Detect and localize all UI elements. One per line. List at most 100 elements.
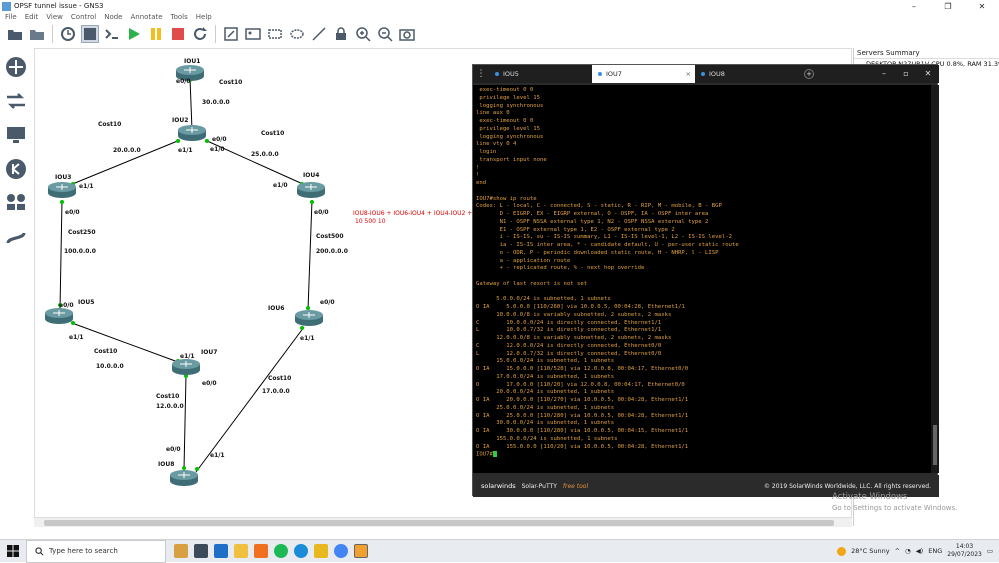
app-icon[interactable] bbox=[314, 544, 328, 558]
terminal-line: L 12.0.0.7/32 is directly connected, Eth… bbox=[476, 350, 662, 357]
network-label: 20.0.0.0 bbox=[113, 147, 141, 154]
vlc-icon[interactable] bbox=[254, 544, 268, 558]
terminal-line: Codes: L - local, C - connected, S - sta… bbox=[476, 203, 722, 210]
file-explorer-icon[interactable] bbox=[234, 544, 248, 558]
terminal-line: O IA 25.0.0.0 [110/280] via 10.0.0.5, 00… bbox=[476, 412, 689, 419]
spotify-icon[interactable] bbox=[274, 544, 288, 558]
terminal-line: 17.0.0.0/24 is subnetted, 1 subnets bbox=[476, 373, 615, 380]
terminal-line: logging synchronous bbox=[476, 133, 544, 140]
terminal-line: C 12.0.0.0/24 is directly connected, Eth… bbox=[476, 342, 662, 349]
router-label-iou4: IOU4 bbox=[303, 172, 320, 179]
terminal-line: O IA 15.0.0.0 [110/520] via 12.0.0.8, 00… bbox=[476, 366, 689, 372]
watermark-title: Activate Windows bbox=[832, 492, 908, 502]
chrome-icon[interactable] bbox=[334, 544, 348, 558]
terminal-line: o - ODR, P - periodic downloaded static … bbox=[476, 249, 719, 256]
terminal-line: end bbox=[476, 180, 487, 186]
link-iou7-iou8 bbox=[183, 374, 187, 471]
terminal-line: 155.0.0.0/24 is subnetted, 1 subnets bbox=[476, 435, 618, 442]
chevron-up-icon[interactable]: ^ bbox=[895, 547, 900, 555]
start-button[interactable] bbox=[0, 545, 26, 557]
router-label-iou1: IOU1 bbox=[184, 58, 201, 65]
session-status-icon bbox=[495, 72, 499, 76]
scrollbar-thumb[interactable] bbox=[933, 425, 937, 465]
tab-label: IOU7 bbox=[606, 70, 622, 78]
router-iou7[interactable] bbox=[172, 359, 200, 375]
terminal-scrollbar[interactable] bbox=[931, 85, 939, 473]
tab-iou8[interactable]: IOU8 bbox=[695, 65, 798, 83]
terminal-line: privilege level 15 bbox=[476, 125, 540, 132]
router-iou5[interactable] bbox=[45, 308, 73, 324]
interface-label: e0/0 bbox=[320, 299, 335, 306]
system-tray: 28°C Sunny ^ ◔ ◀) ENG 14:03 29/07/2023 ▭ bbox=[837, 543, 999, 559]
terminal-line: ia - IS-IS inter area, * - candidate def… bbox=[476, 242, 739, 248]
interface-label: e0/0 bbox=[202, 380, 217, 387]
cost-label: Cost10 bbox=[98, 121, 122, 128]
terminal-line: transport input none bbox=[476, 156, 547, 163]
taskbar-search-box[interactable]: Type here to search bbox=[26, 539, 166, 563]
putty-tab-bar: ⋮ IOU5 IOU7 × IOU8 + – ▫ ✕ bbox=[473, 65, 939, 83]
tab-iou7[interactable]: IOU7 × bbox=[592, 65, 695, 83]
router-label-iou8: IOU8 bbox=[158, 461, 175, 468]
terminal-line: 25.0.0.0/24 is subnetted, 1 subnets bbox=[476, 404, 615, 411]
terminal-line: exec-timeout 0 0 bbox=[476, 87, 534, 93]
link-endpoint bbox=[310, 200, 314, 204]
terminal-line: 12.0.0.0/8 is variably subnetted, 2 subn… bbox=[476, 335, 672, 341]
tab-iou5[interactable]: IOU5 bbox=[489, 65, 592, 83]
task-view-icon[interactable] bbox=[194, 544, 208, 558]
language-indicator[interactable]: ENG bbox=[928, 547, 942, 555]
cost-label: Cost250 bbox=[68, 229, 96, 236]
weather-text[interactable]: 28°C Sunny bbox=[851, 547, 889, 555]
interface-label: e0/0 bbox=[65, 209, 80, 216]
router-iou4[interactable] bbox=[297, 182, 325, 198]
weather-widget-icon[interactable] bbox=[174, 544, 188, 558]
router-iou8[interactable] bbox=[170, 470, 198, 486]
cost-label: Cost10 bbox=[261, 130, 285, 137]
path-cost-annotation: 10 500 10 bbox=[355, 218, 386, 225]
store-icon[interactable] bbox=[214, 544, 228, 558]
terminal-line: 15.0.0.0/24 is subnetted, 1 subnets bbox=[476, 358, 615, 365]
new-tab-plus-icon[interactable]: + bbox=[804, 69, 814, 79]
tab-label: IOU8 bbox=[709, 70, 725, 78]
close-tab-icon[interactable]: × bbox=[686, 70, 691, 78]
terminal-line: E1 - OSPF external type 1, E2 - OSPF ext… bbox=[476, 226, 675, 233]
link-endpoint bbox=[60, 200, 64, 204]
terminal-line: Gateway of last resort is not set bbox=[476, 280, 588, 287]
router-iou3[interactable] bbox=[48, 182, 76, 198]
cost-label: Cost10 bbox=[219, 79, 243, 86]
interface-label: e0/0 bbox=[176, 78, 191, 85]
terminal-line: line aux 0 bbox=[476, 110, 510, 117]
terminal-line: ! bbox=[476, 164, 480, 171]
minimize-button[interactable]: – bbox=[873, 65, 895, 83]
edge-icon[interactable] bbox=[294, 544, 308, 558]
link-iou4-iou6 bbox=[307, 199, 313, 311]
terminal-output[interactable]: exec-timeout 0 0 privilege level 15 logg… bbox=[473, 85, 931, 473]
terminal-prompt[interactable]: IOU7# bbox=[476, 451, 928, 459]
search-icon bbox=[35, 546, 44, 555]
network-label: 200.0.0.0 bbox=[316, 248, 348, 255]
router-label-iou7: IOU7 bbox=[201, 349, 218, 356]
solar-putty-icon[interactable] bbox=[354, 544, 368, 558]
solar-putty-window: ⋮ IOU5 IOU7 × IOU8 + – ▫ ✕ exec-timeout 0… bbox=[472, 64, 939, 497]
terminal-line: O 17.0.0.0 [110/20] via 12.0.0.8, 00:04:… bbox=[476, 381, 685, 388]
product-name: Solar-PuTTY bbox=[521, 482, 557, 490]
cost-label: Cost10 bbox=[94, 348, 118, 355]
router-label-iou2: IOU2 bbox=[172, 117, 189, 124]
network-label: 12.0.0.0 bbox=[156, 403, 184, 410]
taskbar-pinned-apps bbox=[174, 544, 368, 558]
volume-icon[interactable]: ◀) bbox=[916, 547, 924, 555]
terminal-line: O IA 155.0.0.0 [110/20] via 10.0.0.5, 00… bbox=[476, 443, 689, 450]
router-iou2[interactable] bbox=[178, 125, 206, 141]
clock[interactable]: 14:03 29/07/2023 bbox=[947, 543, 982, 559]
terminal-line: O IA 20.0.0.0 [110/270] via 10.0.0.5, 00… bbox=[476, 397, 689, 403]
notification-icon[interactable]: ▭ bbox=[987, 547, 993, 555]
router-iou6[interactable] bbox=[295, 310, 323, 326]
session-status-icon bbox=[598, 72, 602, 76]
wifi-icon[interactable]: ◔ bbox=[905, 547, 911, 555]
maximize-button[interactable]: ▫ bbox=[895, 65, 917, 83]
terminal-line: N1 - OSPF NSSA external type 1, N2 - OSP… bbox=[476, 218, 709, 225]
close-button[interactable]: ✕ bbox=[917, 65, 939, 83]
menu-dots-icon[interactable]: ⋮ bbox=[473, 65, 489, 83]
terminal-cursor bbox=[492, 451, 497, 458]
